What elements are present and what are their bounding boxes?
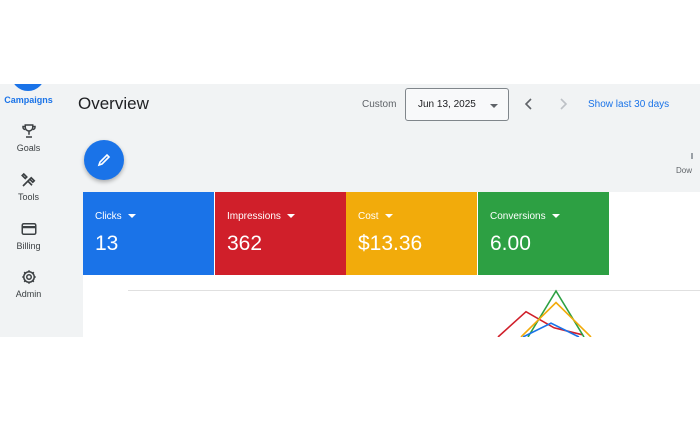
nav-item-billing[interactable]: Billing [0,220,57,251]
performance-chart [497,289,592,337]
page-title: Overview [78,94,149,113]
chevron-left-icon [524,98,532,110]
app-viewport: Campaigns Goals Tools Billing Admin Over… [0,84,700,337]
nav-item-label: Admin [15,289,42,299]
side-nav: Campaigns Goals Tools Billing Admin [0,84,57,337]
gear-icon [21,270,36,284]
next-period-button[interactable] [555,96,571,112]
nav-item-label: Goals [16,143,41,153]
performance-card: Clicks 13 Impressions 362 Cost $13.36 Co… [83,192,700,337]
previous-period-button[interactable] [521,96,537,112]
chevron-right-icon [560,98,568,110]
download-label: Dow [676,166,693,175]
nav-item-admin[interactable]: Admin [0,268,57,299]
nav-item-tools[interactable]: Tools [0,171,57,202]
edit-button[interactable] [84,140,124,180]
show-last-30-days-link[interactable]: Show last 30 days [588,99,669,110]
pencil-icon [97,153,111,167]
nav-item-label: Campaigns [4,95,53,105]
date-value: Jun 13, 2025 [418,99,476,110]
nav-item-label: Tools [17,192,39,202]
date-picker[interactable]: Jun 13, 2025 [405,88,509,121]
date-range-type-label: Custom [362,99,397,110]
nav-item-goals[interactable]: Goals [0,122,57,153]
download-button[interactable]: Dow [676,153,693,175]
nav-item-label: Billing [16,241,41,251]
chevron-down-icon [490,104,498,108]
tools-icon [20,172,35,187]
trophy-icon [21,124,36,138]
download-icon [691,153,693,159]
credit-card-icon [21,223,36,235]
campaigns-icon [11,84,45,91]
